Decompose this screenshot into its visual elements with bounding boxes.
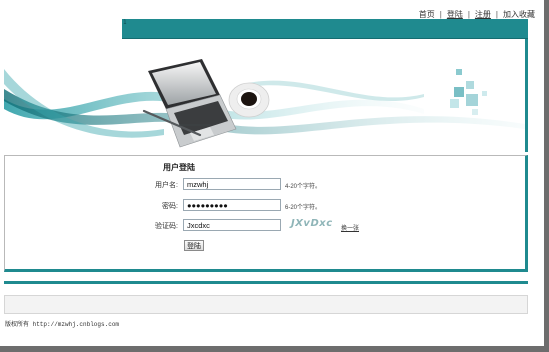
login-panel: 用户登陆 用户名: 4-20个字符。 密码: 6-20个字符。 验证码: JXv…: [4, 155, 528, 272]
header-strip-mark: 1: [123, 19, 127, 26]
nav-separator: |: [495, 10, 498, 19]
copyright-text: 版权所有 http://mzwhj.cnblogs.com: [5, 321, 120, 328]
nav-favorite-link[interactable]: 加入收藏: [503, 10, 535, 19]
username-hint: 4-20个字符。: [285, 184, 322, 190]
nav-separator: |: [467, 10, 470, 19]
captcha-image[interactable]: JXvDxc: [291, 218, 333, 229]
nav-separator: |: [439, 10, 442, 19]
nav-home-link[interactable]: 首页: [419, 10, 435, 19]
captcha-input[interactable]: [183, 219, 281, 231]
password-input[interactable]: [183, 199, 281, 211]
nav-register-link[interactable]: 注册: [475, 10, 491, 19]
login-title: 用户登陆: [163, 163, 195, 172]
footer-bar: [4, 295, 528, 314]
login-button[interactable]: 登陆: [184, 240, 204, 251]
username-label: 用户名:: [155, 182, 178, 189]
banner-image: [4, 39, 528, 152]
nav-login-link[interactable]: 登陆: [447, 10, 463, 19]
username-input[interactable]: [183, 178, 281, 190]
password-row: 密码: 6-20个字符。: [5, 199, 525, 211]
password-label: 密码:: [162, 203, 178, 210]
captcha-row: 验证码: JXvDxc 换一张: [5, 218, 525, 232]
password-hint: 6-20个字符。: [285, 205, 322, 211]
captcha-label: 验证码:: [155, 223, 178, 230]
banner-illustration: [4, 59, 525, 148]
footer-accent-bar: [4, 281, 528, 284]
header-strip: [122, 19, 528, 39]
refresh-captcha-link[interactable]: 换一张: [341, 223, 359, 232]
username-row: 用户名: 4-20个字符。: [5, 178, 525, 190]
